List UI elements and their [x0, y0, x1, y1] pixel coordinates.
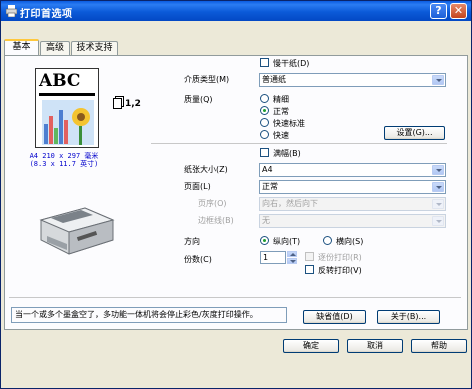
tab-basic[interactable]: 基本	[4, 39, 39, 55]
reverse-order-label: 反转打印(V)	[318, 266, 362, 275]
quality-option-fine: 精细	[273, 95, 289, 104]
chevron-down-icon	[432, 165, 444, 175]
quality-radio-fast-normal[interactable]	[260, 118, 269, 127]
quality-radio-normal[interactable]	[260, 106, 269, 115]
quality-radio-fine[interactable]	[260, 94, 269, 103]
borderless-checkbox[interactable]	[260, 148, 269, 157]
page-layout-value: 正常	[262, 182, 278, 191]
copies-preview-label: 1,2	[125, 99, 141, 109]
border-line-value: 无	[262, 216, 270, 225]
chevron-down-icon	[432, 199, 444, 209]
copies-icon	[113, 96, 124, 109]
printer-app-icon	[6, 5, 17, 17]
collate-label: 逐份打印(R)	[318, 253, 362, 262]
cancel-button[interactable]: 取消	[347, 339, 403, 353]
border-line-label: 边框线(B)	[198, 216, 234, 225]
tab-advanced[interactable]: 高级	[40, 41, 70, 55]
paper-size-value: A4	[262, 165, 273, 174]
default-button[interactable]: 缺省值(D)	[303, 310, 366, 324]
reverse-order-checkbox[interactable]	[305, 265, 314, 274]
media-type-label: 介质类型(M)	[184, 75, 230, 84]
paper-size-line-1: A4 210 x 297 毫米	[29, 152, 99, 160]
borderless-label: 满幅(B)	[273, 149, 301, 158]
title-bar[interactable]: 打印首选项 ? ✕	[1, 1, 471, 21]
quality-radio-fast[interactable]	[260, 130, 269, 139]
copies-label: 份数(C)	[184, 255, 212, 264]
section-divider	[151, 143, 447, 144]
spin-up-icon[interactable]	[287, 251, 297, 257]
page-layout-select[interactable]: 正常	[259, 180, 446, 194]
orientation-radio-portrait[interactable]	[260, 236, 269, 245]
quality-label: 质量(Q)	[184, 95, 213, 104]
slow-dry-paper-label: 慢干纸(D)	[273, 59, 310, 68]
preview-abc-text: ABC	[39, 71, 81, 91]
quality-option-fast-normal: 快速标准	[273, 119, 305, 128]
page-order-select: 向右，然后向下	[259, 197, 446, 211]
media-type-select[interactable]: 普通纸	[259, 73, 446, 87]
collate-checkbox	[305, 252, 314, 261]
border-line-select: 无	[259, 214, 446, 228]
bottom-divider	[9, 297, 461, 298]
slow-dry-paper-checkbox[interactable]	[260, 58, 269, 67]
preview-chart-image	[42, 100, 94, 145]
help-icon[interactable]: ?	[430, 3, 447, 19]
spin-down-icon[interactable]	[287, 258, 297, 264]
close-icon[interactable]: ✕	[450, 3, 467, 19]
about-button[interactable]: 关于(B)...	[377, 310, 440, 324]
printer-image	[39, 207, 115, 255]
paper-size-select[interactable]: A4	[259, 163, 446, 177]
preview-text-bar	[39, 93, 95, 96]
page-layout-label: 页面(L)	[184, 182, 211, 191]
tab-support[interactable]: 技术支持	[71, 41, 118, 55]
orientation-landscape-label: 横向(S)	[336, 237, 364, 246]
paper-size-line-2: (8.3 x 11.7 英寸)	[29, 160, 99, 168]
settings-button[interactable]: 设置(G)...	[384, 126, 445, 140]
media-type-value: 普通纸	[262, 75, 286, 84]
print-preferences-dialog: 打印首选项 ? ✕ 基本 高级 技术支持 ABC 1,2 A4 210 x 29…	[0, 0, 472, 389]
window-title: 打印首选项	[20, 9, 73, 20]
page-order-value: 向右，然后向下	[262, 199, 318, 208]
orientation-label: 方向	[184, 237, 200, 246]
status-message: 当一个或多个墨盒空了，多功能一体机将会停止彩色/灰度打印操作。	[11, 307, 287, 323]
paper-size-label: 纸张大小(Z)	[184, 165, 228, 174]
chevron-down-icon	[432, 75, 444, 85]
help-button[interactable]: 帮助	[411, 339, 467, 353]
orientation-portrait-label: 纵向(T)	[273, 237, 301, 246]
ok-button[interactable]: 确定	[283, 339, 339, 353]
paper-size-description: A4 210 x 297 毫米 (8.3 x 11.7 英寸)	[29, 152, 99, 168]
chevron-down-icon	[432, 182, 444, 192]
quality-option-normal: 正常	[273, 107, 289, 116]
orientation-radio-landscape[interactable]	[323, 236, 332, 245]
page-order-label: 页序(O)	[198, 199, 227, 208]
page-preview: ABC	[35, 68, 99, 148]
copies-input[interactable]: 1	[260, 251, 286, 264]
chevron-down-icon	[432, 216, 444, 226]
quality-option-fast: 快速	[273, 131, 289, 140]
